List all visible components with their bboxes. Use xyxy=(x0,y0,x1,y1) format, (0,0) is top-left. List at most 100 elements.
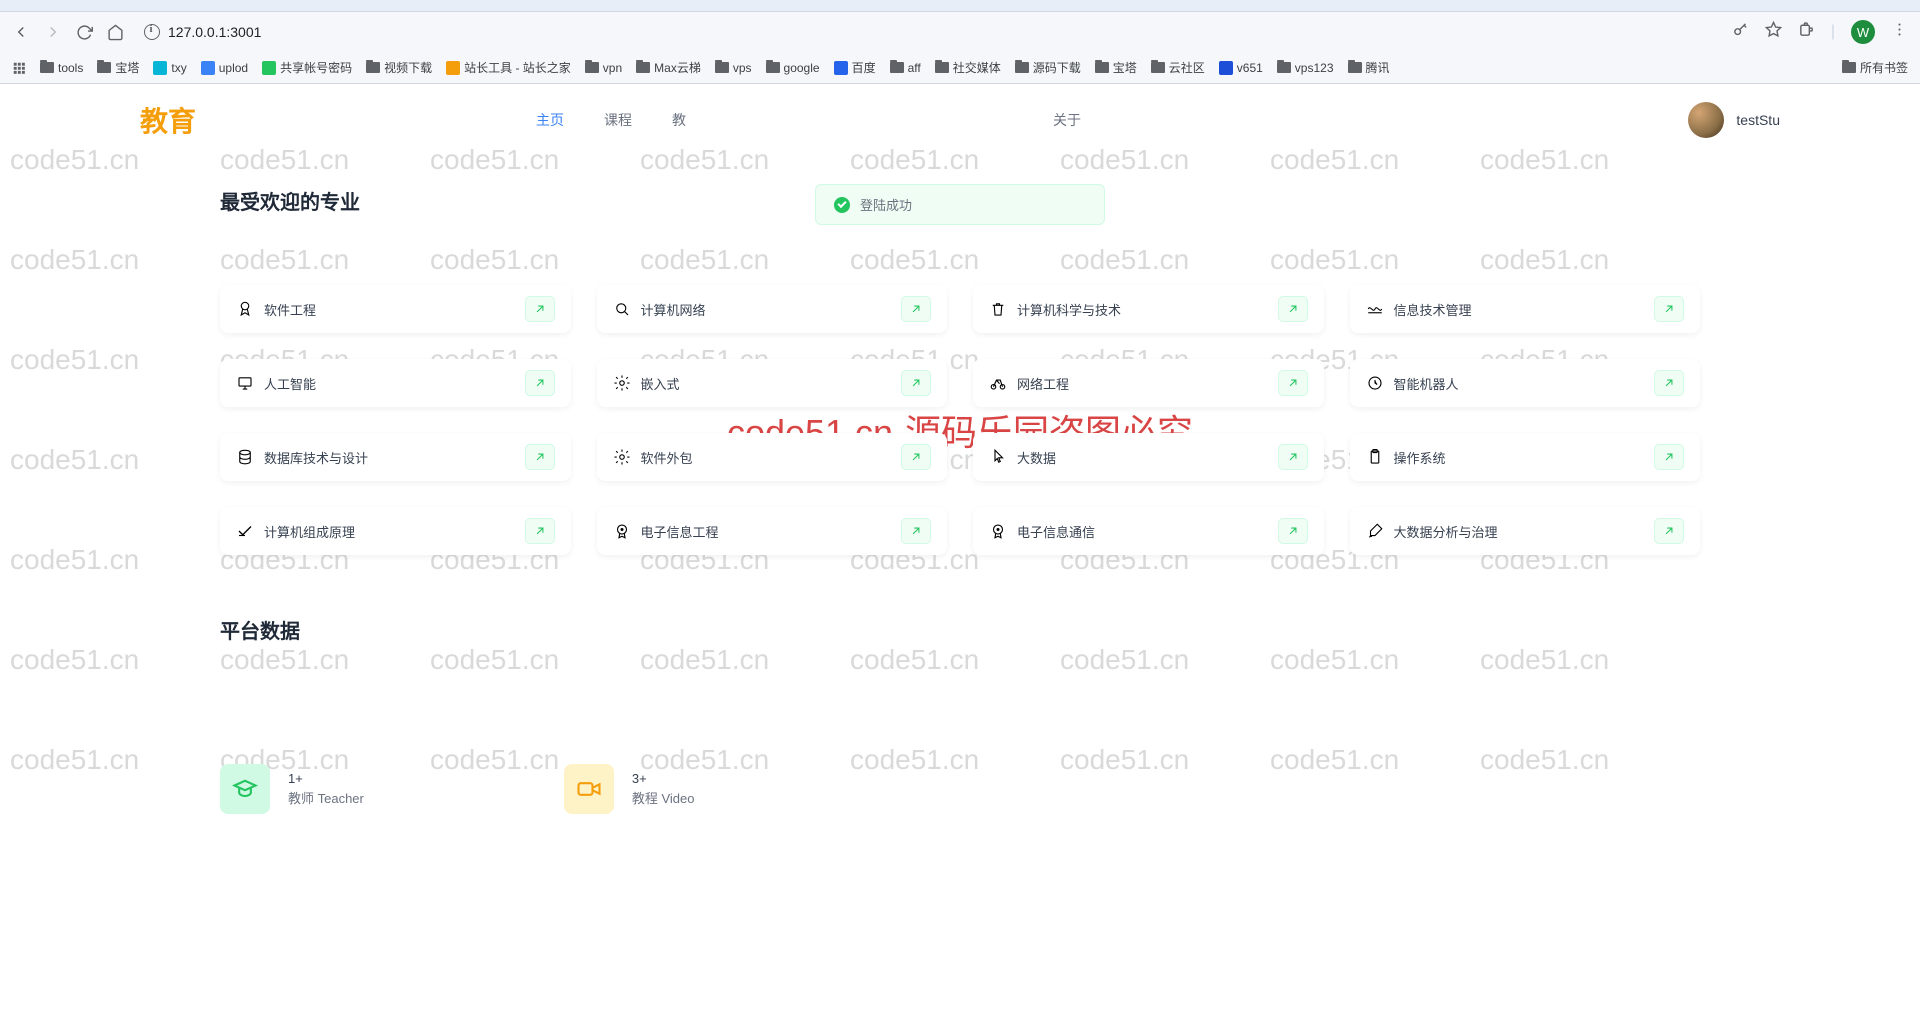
major-label: 操作系统 xyxy=(1394,448,1645,467)
nav-home[interactable]: 主页 xyxy=(536,110,564,130)
open-button[interactable] xyxy=(1654,370,1684,396)
profile-avatar[interactable]: W xyxy=(1851,20,1875,44)
bookmark-item[interactable]: google xyxy=(766,61,820,75)
bookmark-item[interactable]: vps123 xyxy=(1277,61,1334,75)
major-card[interactable]: 计算机网络 xyxy=(597,285,948,333)
open-button[interactable] xyxy=(901,444,931,470)
nav-about[interactable]: 关于 xyxy=(1053,110,1081,130)
cog-icon xyxy=(613,448,631,466)
bookmark-item[interactable]: Max云梯 xyxy=(636,59,701,76)
open-button[interactable] xyxy=(901,370,931,396)
major-label: 计算机科学与技术 xyxy=(1017,300,1268,319)
badge-icon xyxy=(613,522,631,540)
bookmark-item[interactable]: vps xyxy=(715,61,752,75)
bookmark-item[interactable]: 源码下载 xyxy=(1015,59,1081,76)
major-card[interactable]: 电子信息通信 xyxy=(973,507,1324,555)
bookmark-item[interactable]: 站长工具 - 站长之家 xyxy=(446,59,571,76)
browser-toolbar: 127.0.0.1:3001 | W xyxy=(0,12,1920,52)
toast-success: 登陆成功 xyxy=(815,184,1105,225)
major-card[interactable]: 软件外包 xyxy=(597,433,948,481)
bookmark-item[interactable]: 宝塔 xyxy=(97,59,139,76)
bookmark-item[interactable]: 腾讯 xyxy=(1348,59,1390,76)
open-button[interactable] xyxy=(901,518,931,544)
major-label: 计算机组成原理 xyxy=(264,522,515,541)
open-button[interactable] xyxy=(525,518,555,544)
star-icon[interactable] xyxy=(1765,21,1782,43)
open-button[interactable] xyxy=(525,296,555,322)
bookmark-item[interactable]: aff xyxy=(890,61,921,75)
menu-icon[interactable] xyxy=(1891,21,1908,43)
major-card[interactable]: 智能机器人 xyxy=(1350,359,1701,407)
major-label: 软件外包 xyxy=(641,448,892,467)
stat-label: 教师 Teacher xyxy=(288,788,364,807)
wave-icon xyxy=(1366,300,1384,318)
url-text: 127.0.0.1:3001 xyxy=(168,24,261,40)
bookmark-item[interactable]: txy xyxy=(153,61,186,75)
address-bar[interactable]: 127.0.0.1:3001 xyxy=(144,24,261,40)
bookmark-item[interactable]: tools xyxy=(40,61,83,75)
open-button[interactable] xyxy=(1654,296,1684,322)
trash-icon xyxy=(989,300,1007,318)
open-button[interactable] xyxy=(901,296,931,322)
back-button[interactable] xyxy=(12,23,30,41)
bookmark-item[interactable]: 云社区 xyxy=(1151,59,1205,76)
extensions-icon[interactable] xyxy=(1798,21,1815,43)
bookmark-item[interactable]: 社交媒体 xyxy=(935,59,1001,76)
major-card[interactable]: 计算机组成原理 xyxy=(220,507,571,555)
grad-icon xyxy=(220,764,270,814)
major-card[interactable]: 软件工程 xyxy=(220,285,571,333)
cog-icon xyxy=(613,374,631,392)
major-card[interactable]: 嵌入式 xyxy=(597,359,948,407)
major-label: 嵌入式 xyxy=(641,374,892,393)
major-card[interactable]: 操作系统 xyxy=(1350,433,1701,481)
major-card[interactable]: 大数据分析与治理 xyxy=(1350,507,1701,555)
key-icon[interactable] xyxy=(1732,21,1749,43)
open-button[interactable] xyxy=(525,370,555,396)
toast-text: 登陆成功 xyxy=(860,195,912,214)
bookmark-item[interactable]: 百度 xyxy=(834,59,876,76)
reload-button[interactable] xyxy=(76,24,93,41)
open-button[interactable] xyxy=(1278,518,1308,544)
home-button[interactable] xyxy=(107,24,124,41)
user-avatar[interactable] xyxy=(1688,102,1724,138)
all-bookmarks[interactable]: 所有书签 xyxy=(1842,59,1908,76)
bookmark-item[interactable]: v651 xyxy=(1219,61,1263,75)
nav-courses[interactable]: 课程 xyxy=(604,110,632,130)
major-card[interactable]: 大数据 xyxy=(973,433,1324,481)
bookmark-item[interactable]: 宝塔 xyxy=(1095,59,1137,76)
major-card[interactable]: 网络工程 xyxy=(973,359,1324,407)
open-button[interactable] xyxy=(1278,370,1308,396)
clipboard-icon xyxy=(1366,448,1384,466)
major-card[interactable]: 电子信息工程 xyxy=(597,507,948,555)
major-label: 软件工程 xyxy=(264,300,515,319)
major-label: 大数据分析与治理 xyxy=(1394,522,1645,541)
site-info-icon[interactable] xyxy=(144,24,160,40)
user-name[interactable]: testStu xyxy=(1736,112,1780,128)
bookmark-item[interactable]: uplod xyxy=(201,61,248,75)
major-card[interactable]: 信息技术管理 xyxy=(1350,285,1701,333)
check-icon xyxy=(236,522,254,540)
open-button[interactable] xyxy=(1278,444,1308,470)
forward-button[interactable] xyxy=(44,23,62,41)
major-label: 大数据 xyxy=(1017,448,1268,467)
nav-teachers[interactable]: 教 xyxy=(672,110,686,130)
monitor-icon xyxy=(236,374,254,392)
stat-label: 教程 Video xyxy=(632,788,695,807)
major-label: 信息技术管理 xyxy=(1394,300,1645,319)
open-button[interactable] xyxy=(525,444,555,470)
major-label: 电子信息工程 xyxy=(641,522,892,541)
open-button[interactable] xyxy=(1654,518,1684,544)
major-card[interactable]: 人工智能 xyxy=(220,359,571,407)
open-button[interactable] xyxy=(1278,296,1308,322)
open-button[interactable] xyxy=(1654,444,1684,470)
apps-icon[interactable] xyxy=(12,61,26,75)
major-card[interactable]: 数据库技术与设计 xyxy=(220,433,571,481)
bookmark-item[interactable]: vpn xyxy=(585,61,622,75)
major-card[interactable]: 计算机科学与技术 xyxy=(973,285,1324,333)
bookmark-item[interactable]: 视频下载 xyxy=(366,59,432,76)
bookmarks-bar: tools 宝塔 txy uplod 共享帐号密码 视频下载 站长工具 - 站长… xyxy=(0,52,1920,84)
major-label: 数据库技术与设计 xyxy=(264,448,515,467)
bookmark-item[interactable]: 共享帐号密码 xyxy=(262,59,352,76)
stat-count: 3+ xyxy=(632,771,695,786)
logo[interactable]: 教育 xyxy=(140,100,196,140)
